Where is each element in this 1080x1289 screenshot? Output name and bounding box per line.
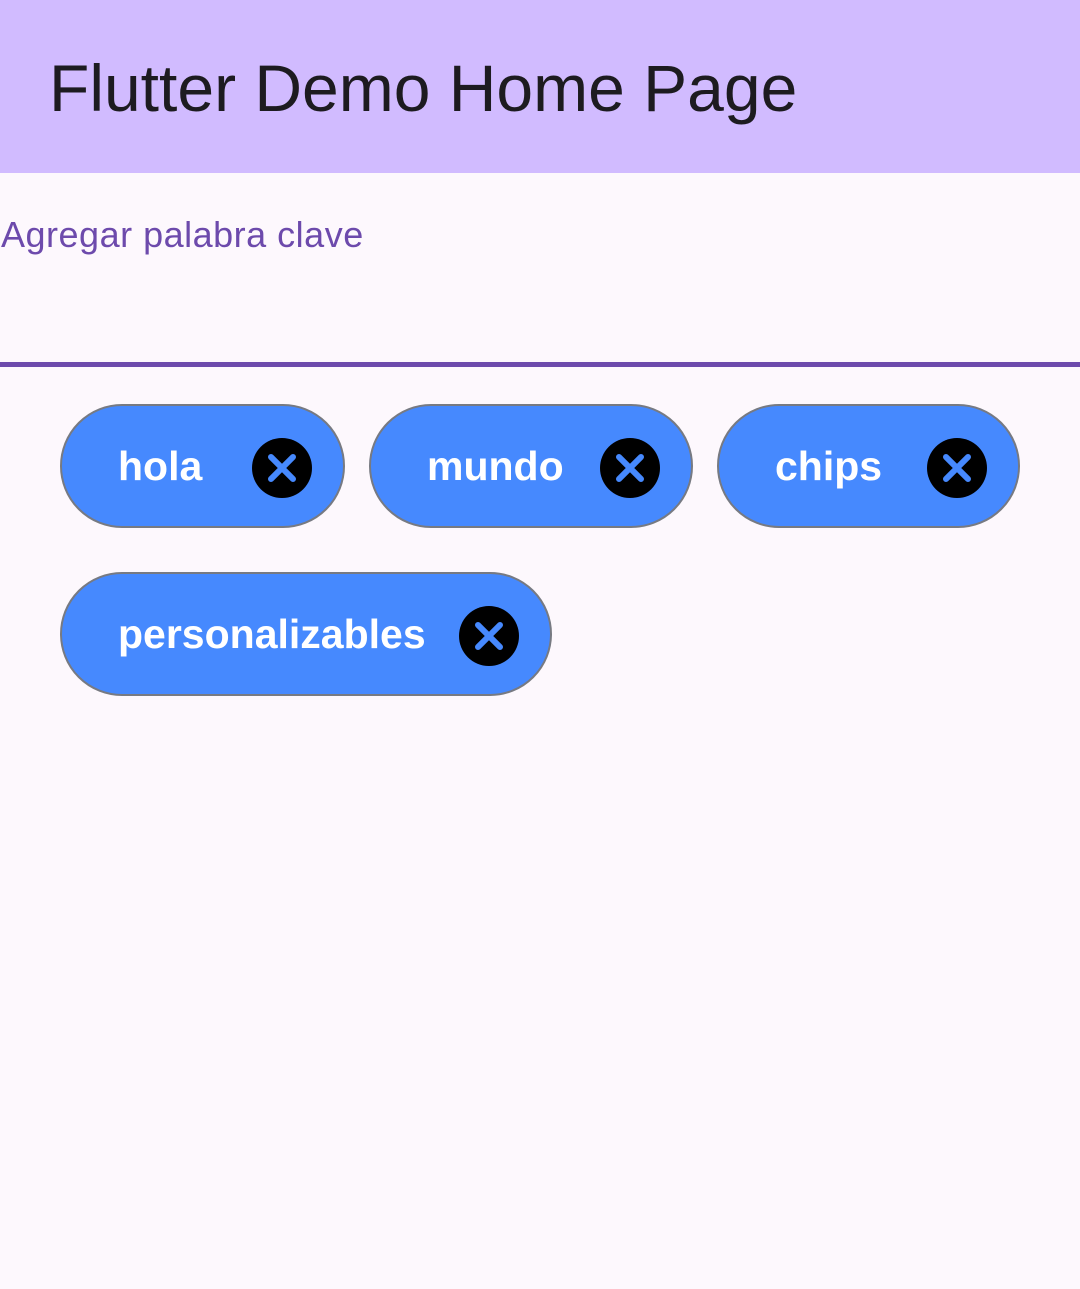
chip-label: mundo [427, 443, 564, 489]
cancel-icon[interactable] [927, 438, 987, 498]
keyword-field-label: Agregar palabra clave [1, 214, 364, 255]
page-title: Flutter Demo Home Page [49, 51, 798, 125]
keyword-field-underline [0, 362, 1080, 367]
chip-label: personalizables [118, 611, 426, 657]
chip-label: chips [775, 443, 883, 489]
app-bar: Flutter Demo Home Page [0, 0, 1080, 173]
chip-personalizables[interactable]: personalizables [60, 572, 552, 696]
cancel-icon[interactable] [252, 438, 312, 498]
cancel-icon[interactable] [600, 438, 660, 498]
cancel-icon[interactable] [459, 606, 519, 666]
keyword-input[interactable] [0, 263, 1080, 358]
chip-hola[interactable]: hola [60, 404, 345, 528]
chip-chips[interactable]: chips [717, 404, 1020, 528]
chip-label: hola [118, 443, 203, 489]
keyword-field[interactable]: Agregar palabra clave [0, 173, 1080, 368]
chip-mundo[interactable]: mundo [369, 404, 693, 528]
